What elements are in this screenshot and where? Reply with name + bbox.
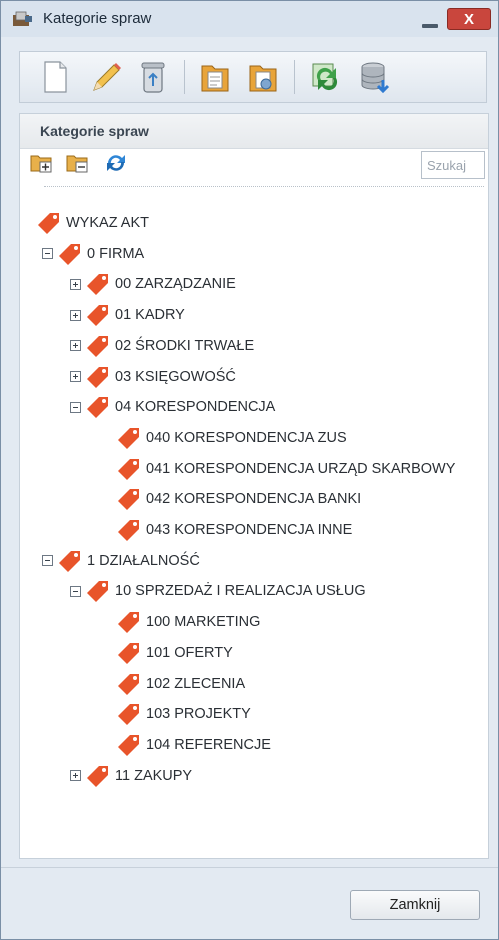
separator (44, 186, 484, 187)
tag-icon (118, 520, 139, 541)
search-input[interactable] (421, 151, 485, 179)
close-button[interactable]: X (447, 8, 491, 30)
tree-node[interactable]: 01 KADRY (70, 302, 185, 328)
window-title: Kategorie spraw (43, 10, 152, 27)
tag-icon (87, 765, 108, 787)
tag-icon (118, 612, 139, 634)
minimize-button[interactable] (419, 13, 441, 29)
panel-header: Kategorie spraw (20, 114, 488, 149)
tag-icon (118, 704, 139, 726)
tree-node[interactable]: 10 SPRZEDAŻ I REALIZACJA USŁUG (70, 578, 366, 604)
tree-node[interactable]: 02 ŚRODKI TRWAŁE (70, 333, 254, 359)
expand-toggle[interactable] (70, 770, 81, 782)
tree-node-label: 00 ZARZĄDZANIE (115, 276, 236, 293)
tree-node[interactable]: 103 PROJEKTY (116, 701, 251, 727)
tree-node[interactable]: 03 KSIĘGOWOŚĆ (70, 364, 236, 390)
tree-node[interactable]: 042 KORESPONDENCJA BANKI (116, 486, 361, 512)
tree-node-label: 100 MARKETING (146, 614, 261, 631)
refresh-export-icon[interactable] (306, 58, 344, 96)
tree-node-label: 101 OFERTY (146, 644, 233, 661)
tag-icon (118, 673, 139, 695)
categories-panel: Kategorie spraw WYKAZ AKT 0 FIRMA 00 ZARZĄ… (19, 113, 489, 859)
tree-node[interactable]: 11 ZAKUPY (70, 763, 192, 789)
folder-remove-icon[interactable] (66, 152, 90, 174)
tag-icon (118, 427, 139, 449)
tag-icon (38, 213, 59, 234)
tree-node[interactable]: 1 DZIAŁALNOŚĆ (42, 548, 200, 574)
collapse-toggle[interactable] (70, 401, 81, 413)
tree-node-label: 1 DZIAŁALNOŚĆ (87, 552, 200, 569)
tree-node[interactable]: 00 ZARZĄDZANIE (70, 271, 236, 297)
new-document-icon[interactable] (36, 58, 74, 96)
tree-node-label: 0 FIRMA (87, 245, 145, 262)
tag-icon (118, 734, 139, 756)
collapse-toggle[interactable] (42, 248, 53, 260)
title-bar[interactable]: Kategorie spraw X (1, 1, 498, 37)
tree-node-label: 042 KORESPONDENCJA BANKI (146, 491, 362, 508)
expand-toggle[interactable] (70, 371, 81, 382)
tag-icon (87, 581, 108, 603)
database-download-icon[interactable] (356, 58, 394, 96)
tree-node-label: 041 KORESPONDENCJA URZĄD SKARBOWY (146, 460, 456, 477)
tree-node-label: WYKAZ AKT (66, 215, 149, 231)
tree-node-label: 04 KORESPONDENCJA (115, 399, 276, 416)
tree-node[interactable]: 043 KORESPONDENCJA INNE (116, 517, 352, 543)
tree-node-label: 03 KSIĘGOWOŚĆ (115, 368, 236, 385)
tree-node[interactable]: 104 REFERENCJE (116, 732, 271, 758)
tree-node[interactable]: 0 FIRMA (42, 241, 144, 267)
folder-add-icon[interactable] (30, 152, 54, 174)
tag-icon (59, 550, 80, 572)
folder-settings-icon[interactable] (244, 58, 282, 96)
tree-node[interactable]: 101 OFERTY (116, 640, 233, 666)
tree-node-label: 02 ŚRODKI TRWAŁE (115, 337, 255, 354)
tag-icon (118, 458, 139, 480)
app-icon (13, 11, 32, 26)
footer-divider (1, 867, 498, 868)
collapse-toggle[interactable] (70, 585, 81, 597)
tag-icon (87, 335, 108, 357)
tree-node-label: 10 SPRZEDAŻ I REALIZACJA USŁUG (115, 583, 366, 600)
tree-node-label: 104 REFERENCJE (146, 736, 271, 753)
collapse-toggle[interactable] (42, 555, 53, 567)
dialog-window: Kategorie spraw X Kategorie spraw Szukaj… (0, 0, 499, 940)
tag-icon (87, 305, 108, 327)
tree-node-label: 043 KORESPONDENCJA INNE (146, 522, 353, 538)
panel-title: Kategorie spraw (40, 123, 149, 139)
expand-toggle[interactable] (70, 340, 81, 352)
tree-node[interactable]: 041 KORESPONDENCJA URZĄD SKARBOWY (116, 456, 455, 482)
recycle-bin-icon[interactable] (134, 58, 172, 96)
tag-icon (87, 397, 108, 419)
tree-node[interactable]: 04 KORESPONDENCJA (70, 394, 275, 420)
tree-node[interactable]: WYKAZ AKT (36, 210, 149, 236)
tree-node-label: 102 ZLECENIA (146, 675, 246, 692)
tree-node[interactable]: 102 ZLECENIA (116, 671, 245, 697)
main-toolbar (19, 51, 487, 103)
tree-node-label: 01 KADRY (115, 307, 185, 324)
tag-icon (118, 489, 139, 511)
tag-icon (87, 274, 108, 296)
tag-icon (59, 243, 80, 265)
tree-node-label: 11 ZAKUPY (115, 767, 193, 784)
expand-toggle[interactable] (70, 278, 81, 290)
refresh-icon[interactable] (104, 152, 128, 174)
tag-icon (118, 642, 139, 664)
pencil-icon[interactable] (86, 58, 124, 96)
tree-node[interactable]: 100 MARKETING (116, 609, 260, 635)
tree-node[interactable]: 040 KORESPONDENCJA ZUS (116, 425, 347, 451)
expand-toggle[interactable] (70, 309, 81, 321)
tree-node-label: 040 KORESPONDENCJA ZUS (146, 429, 347, 446)
tree-node-label: 103 PROJEKTY (146, 706, 251, 723)
close-dialog-button[interactable]: Zamknij (350, 890, 480, 920)
tag-icon (87, 366, 108, 388)
folder-document-icon[interactable] (196, 58, 234, 96)
